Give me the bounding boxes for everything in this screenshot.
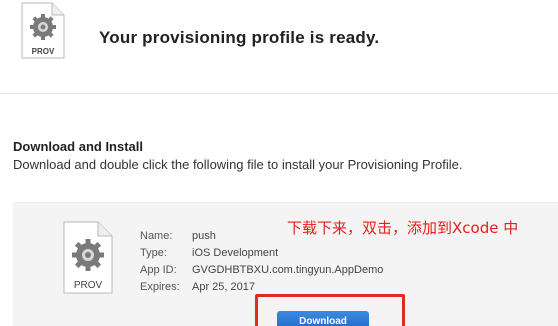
page-title: Your provisioning profile is ready. [99,28,380,47]
detail-value: push [192,230,216,242]
prov-file-icon: PROV [62,221,114,295]
divider [0,93,558,94]
detail-row-app-id: App ID: GVGDHBTBXU.com.tingyun.AppDemo [140,262,383,279]
download-button[interactable]: Download [277,311,369,326]
section-description: Download and double click the following … [13,157,463,172]
download-panel: PROV Name: push Type: iOS Development Ap… [13,202,558,326]
section-title: Download and Install [13,139,144,154]
detail-value: GVGDHBTBXU.com.tingyun.AppDemo [192,264,384,276]
detail-label: Expires: [140,281,180,293]
prov-file-icon: PROV [20,2,66,60]
detail-value: Apr 25, 2017 [192,281,255,293]
annotation-note: 下载下来，双击，添加到Xcode 中 [287,219,519,237]
detail-value: iOS Development [192,247,279,259]
detail-label: Type: [140,247,167,259]
prov-icon-label: PROV [32,47,55,56]
prov-icon-label: PROV [74,280,103,291]
detail-label: Name: [140,230,173,242]
detail-row-type: Type: iOS Development [140,245,383,262]
provisioning-profile-page: PROV Your provisioning profile is ready.… [0,0,558,326]
detail-label: App ID: [140,264,177,276]
profile-details: Name: push Type: iOS Development App ID:… [140,228,383,296]
